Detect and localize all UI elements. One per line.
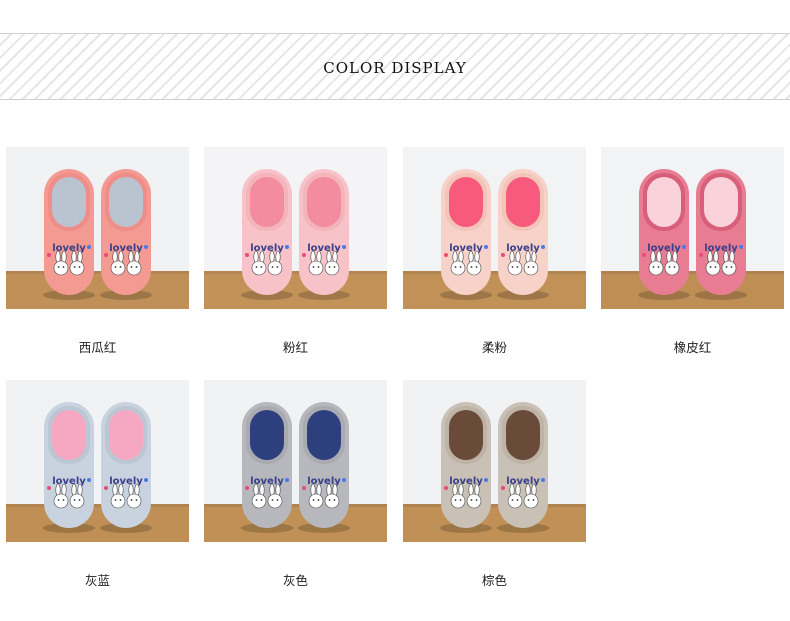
slipper: lovely <box>43 402 95 533</box>
product-image[interactable]: lovely lovely <box>6 380 189 542</box>
slipper: lovely <box>497 402 549 533</box>
slipper: lovely <box>440 169 492 300</box>
product-image[interactable]: lovely lovely <box>601 147 784 309</box>
product-image[interactable]: lovely lovely <box>204 147 387 309</box>
slipper-photo: lovely lovely <box>601 147 784 309</box>
color-label: 灰蓝 <box>84 573 110 588</box>
product-image[interactable]: lovely lovely <box>403 147 586 309</box>
slipper-photo: lovely lovely <box>204 147 387 309</box>
color-label: 橡皮红 <box>673 340 712 355</box>
slipper: lovely <box>241 169 293 300</box>
page-title: COLOR DISPLAY <box>323 59 467 77</box>
color-label: 柔粉 <box>481 340 507 355</box>
color-label: 西瓜红 <box>78 340 117 355</box>
product-image[interactable]: lovely lovely <box>204 380 387 542</box>
slipper: lovely <box>100 402 152 533</box>
slipper-photo: lovely lovely <box>204 380 387 542</box>
product-image[interactable]: lovely lovely <box>403 380 586 542</box>
slipper-photo: lovely lovely <box>403 380 586 542</box>
slipper: lovely <box>43 169 95 300</box>
slipper: lovely <box>298 402 350 533</box>
slipper: lovely <box>298 169 350 300</box>
slipper-photo: lovely lovely <box>6 380 189 542</box>
slipper: lovely <box>497 169 549 300</box>
slipper-photo: lovely lovely <box>403 147 586 309</box>
product-image[interactable]: lovely lovely <box>6 147 189 309</box>
color-label: 灰色 <box>282 573 308 588</box>
slipper: lovely <box>695 169 747 300</box>
slipper: lovely <box>100 169 152 300</box>
slipper: lovely <box>638 169 690 300</box>
slipper: lovely <box>440 402 492 533</box>
slipper: lovely <box>241 402 293 533</box>
color-label: 粉红 <box>282 340 308 355</box>
slipper-photo: lovely lovely <box>6 147 189 309</box>
color-label: 棕色 <box>481 573 507 588</box>
